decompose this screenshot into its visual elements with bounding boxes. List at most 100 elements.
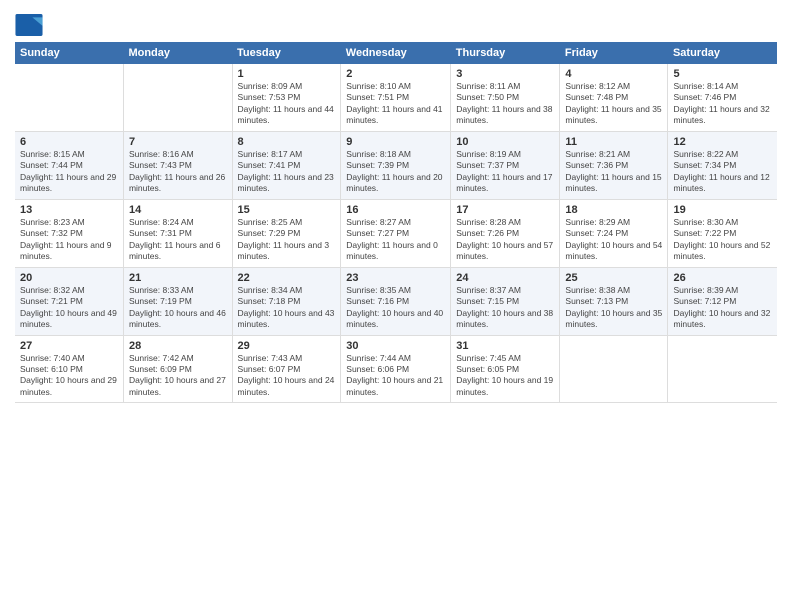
- weekday-header-saturday: Saturday: [668, 42, 777, 64]
- day-number: 7: [129, 136, 227, 148]
- calendar-cell: 24Sunrise: 8:37 AM Sunset: 7:15 PM Dayli…: [451, 267, 560, 335]
- day-info: Sunrise: 7:43 AM Sunset: 6:07 PM Dayligh…: [238, 353, 336, 399]
- week-row-3: 13Sunrise: 8:23 AM Sunset: 7:32 PM Dayli…: [15, 199, 777, 267]
- weekday-header-friday: Friday: [560, 42, 668, 64]
- day-info: Sunrise: 8:15 AM Sunset: 7:44 PM Dayligh…: [20, 149, 118, 195]
- calendar-cell: 21Sunrise: 8:33 AM Sunset: 7:19 PM Dayli…: [123, 267, 232, 335]
- calendar-cell: 11Sunrise: 8:21 AM Sunset: 7:36 PM Dayli…: [560, 131, 668, 199]
- day-info: Sunrise: 8:17 AM Sunset: 7:41 PM Dayligh…: [238, 149, 336, 195]
- logo: [15, 14, 46, 36]
- calendar-cell: 2Sunrise: 8:10 AM Sunset: 7:51 PM Daylig…: [341, 64, 451, 131]
- day-info: Sunrise: 8:21 AM Sunset: 7:36 PM Dayligh…: [565, 149, 662, 195]
- calendar-cell: 13Sunrise: 8:23 AM Sunset: 7:32 PM Dayli…: [15, 199, 123, 267]
- day-info: Sunrise: 8:09 AM Sunset: 7:53 PM Dayligh…: [238, 81, 336, 127]
- calendar-cell: 9Sunrise: 8:18 AM Sunset: 7:39 PM Daylig…: [341, 131, 451, 199]
- calendar-cell: [560, 335, 668, 403]
- calendar-cell: 18Sunrise: 8:29 AM Sunset: 7:24 PM Dayli…: [560, 199, 668, 267]
- day-info: Sunrise: 8:25 AM Sunset: 7:29 PM Dayligh…: [238, 217, 336, 263]
- week-row-2: 6Sunrise: 8:15 AM Sunset: 7:44 PM Daylig…: [15, 131, 777, 199]
- calendar-cell: 14Sunrise: 8:24 AM Sunset: 7:31 PM Dayli…: [123, 199, 232, 267]
- day-info: Sunrise: 8:39 AM Sunset: 7:12 PM Dayligh…: [673, 285, 772, 331]
- calendar-cell: 8Sunrise: 8:17 AM Sunset: 7:41 PM Daylig…: [232, 131, 341, 199]
- calendar-cell: 27Sunrise: 7:40 AM Sunset: 6:10 PM Dayli…: [15, 335, 123, 403]
- calendar-cell: 3Sunrise: 8:11 AM Sunset: 7:50 PM Daylig…: [451, 64, 560, 131]
- calendar-cell: 26Sunrise: 8:39 AM Sunset: 7:12 PM Dayli…: [668, 267, 777, 335]
- day-number: 6: [20, 136, 118, 148]
- day-number: 13: [20, 204, 118, 216]
- day-number: 14: [129, 204, 227, 216]
- calendar-cell: 1Sunrise: 8:09 AM Sunset: 7:53 PM Daylig…: [232, 64, 341, 131]
- day-info: Sunrise: 8:23 AM Sunset: 7:32 PM Dayligh…: [20, 217, 118, 263]
- day-number: 10: [456, 136, 554, 148]
- day-number: 28: [129, 340, 227, 352]
- day-number: 29: [238, 340, 336, 352]
- calendar-cell: 6Sunrise: 8:15 AM Sunset: 7:44 PM Daylig…: [15, 131, 123, 199]
- day-number: 2: [346, 68, 445, 80]
- calendar-cell: 15Sunrise: 8:25 AM Sunset: 7:29 PM Dayli…: [232, 199, 341, 267]
- day-number: 23: [346, 272, 445, 284]
- week-row-5: 27Sunrise: 7:40 AM Sunset: 6:10 PM Dayli…: [15, 335, 777, 403]
- day-number: 18: [565, 204, 662, 216]
- calendar-cell: 30Sunrise: 7:44 AM Sunset: 6:06 PM Dayli…: [341, 335, 451, 403]
- day-number: 26: [673, 272, 772, 284]
- day-number: 11: [565, 136, 662, 148]
- calendar-cell: 7Sunrise: 8:16 AM Sunset: 7:43 PM Daylig…: [123, 131, 232, 199]
- header: [15, 10, 777, 36]
- calendar-cell: 22Sunrise: 8:34 AM Sunset: 7:18 PM Dayli…: [232, 267, 341, 335]
- day-info: Sunrise: 8:37 AM Sunset: 7:15 PM Dayligh…: [456, 285, 554, 331]
- week-row-4: 20Sunrise: 8:32 AM Sunset: 7:21 PM Dayli…: [15, 267, 777, 335]
- day-info: Sunrise: 8:32 AM Sunset: 7:21 PM Dayligh…: [20, 285, 118, 331]
- calendar-table: SundayMondayTuesdayWednesdayThursdayFrid…: [15, 42, 777, 403]
- week-row-1: 1Sunrise: 8:09 AM Sunset: 7:53 PM Daylig…: [15, 64, 777, 131]
- calendar-cell: [668, 335, 777, 403]
- day-info: Sunrise: 8:11 AM Sunset: 7:50 PM Dayligh…: [456, 81, 554, 127]
- day-info: Sunrise: 8:33 AM Sunset: 7:19 PM Dayligh…: [129, 285, 227, 331]
- calendar-cell: 12Sunrise: 8:22 AM Sunset: 7:34 PM Dayli…: [668, 131, 777, 199]
- day-number: 16: [346, 204, 445, 216]
- calendar-cell: 29Sunrise: 7:43 AM Sunset: 6:07 PM Dayli…: [232, 335, 341, 403]
- day-number: 20: [20, 272, 118, 284]
- weekday-header-monday: Monday: [123, 42, 232, 64]
- day-info: Sunrise: 8:27 AM Sunset: 7:27 PM Dayligh…: [346, 217, 445, 263]
- day-number: 27: [20, 340, 118, 352]
- day-info: Sunrise: 8:30 AM Sunset: 7:22 PM Dayligh…: [673, 217, 772, 263]
- day-number: 19: [673, 204, 772, 216]
- calendar-cell: 16Sunrise: 8:27 AM Sunset: 7:27 PM Dayli…: [341, 199, 451, 267]
- calendar-cell: 4Sunrise: 8:12 AM Sunset: 7:48 PM Daylig…: [560, 64, 668, 131]
- day-info: Sunrise: 8:28 AM Sunset: 7:26 PM Dayligh…: [456, 217, 554, 263]
- calendar-cell: 20Sunrise: 8:32 AM Sunset: 7:21 PM Dayli…: [15, 267, 123, 335]
- day-number: 22: [238, 272, 336, 284]
- day-number: 30: [346, 340, 445, 352]
- day-info: Sunrise: 8:10 AM Sunset: 7:51 PM Dayligh…: [346, 81, 445, 127]
- weekday-header-tuesday: Tuesday: [232, 42, 341, 64]
- day-number: 12: [673, 136, 772, 148]
- day-info: Sunrise: 8:34 AM Sunset: 7:18 PM Dayligh…: [238, 285, 336, 331]
- day-info: Sunrise: 8:38 AM Sunset: 7:13 PM Dayligh…: [565, 285, 662, 331]
- calendar-cell: 5Sunrise: 8:14 AM Sunset: 7:46 PM Daylig…: [668, 64, 777, 131]
- day-info: Sunrise: 8:19 AM Sunset: 7:37 PM Dayligh…: [456, 149, 554, 195]
- day-number: 5: [673, 68, 772, 80]
- day-info: Sunrise: 8:18 AM Sunset: 7:39 PM Dayligh…: [346, 149, 445, 195]
- day-number: 31: [456, 340, 554, 352]
- calendar-cell: 17Sunrise: 8:28 AM Sunset: 7:26 PM Dayli…: [451, 199, 560, 267]
- day-info: Sunrise: 7:40 AM Sunset: 6:10 PM Dayligh…: [20, 353, 118, 399]
- day-number: 9: [346, 136, 445, 148]
- day-number: 17: [456, 204, 554, 216]
- calendar-cell: 10Sunrise: 8:19 AM Sunset: 7:37 PM Dayli…: [451, 131, 560, 199]
- weekday-header-sunday: Sunday: [15, 42, 123, 64]
- day-number: 25: [565, 272, 662, 284]
- day-info: Sunrise: 8:14 AM Sunset: 7:46 PM Dayligh…: [673, 81, 772, 127]
- calendar-cell: 25Sunrise: 8:38 AM Sunset: 7:13 PM Dayli…: [560, 267, 668, 335]
- calendar-cell: 19Sunrise: 8:30 AM Sunset: 7:22 PM Dayli…: [668, 199, 777, 267]
- day-number: 24: [456, 272, 554, 284]
- calendar-cell: 23Sunrise: 8:35 AM Sunset: 7:16 PM Dayli…: [341, 267, 451, 335]
- day-number: 3: [456, 68, 554, 80]
- weekday-header-row: SundayMondayTuesdayWednesdayThursdayFrid…: [15, 42, 777, 64]
- day-info: Sunrise: 8:24 AM Sunset: 7:31 PM Dayligh…: [129, 217, 227, 263]
- page-container: SundayMondayTuesdayWednesdayThursdayFrid…: [0, 0, 792, 413]
- day-info: Sunrise: 8:22 AM Sunset: 7:34 PM Dayligh…: [673, 149, 772, 195]
- day-number: 21: [129, 272, 227, 284]
- weekday-header-wednesday: Wednesday: [341, 42, 451, 64]
- logo-icon: [15, 14, 43, 36]
- day-number: 8: [238, 136, 336, 148]
